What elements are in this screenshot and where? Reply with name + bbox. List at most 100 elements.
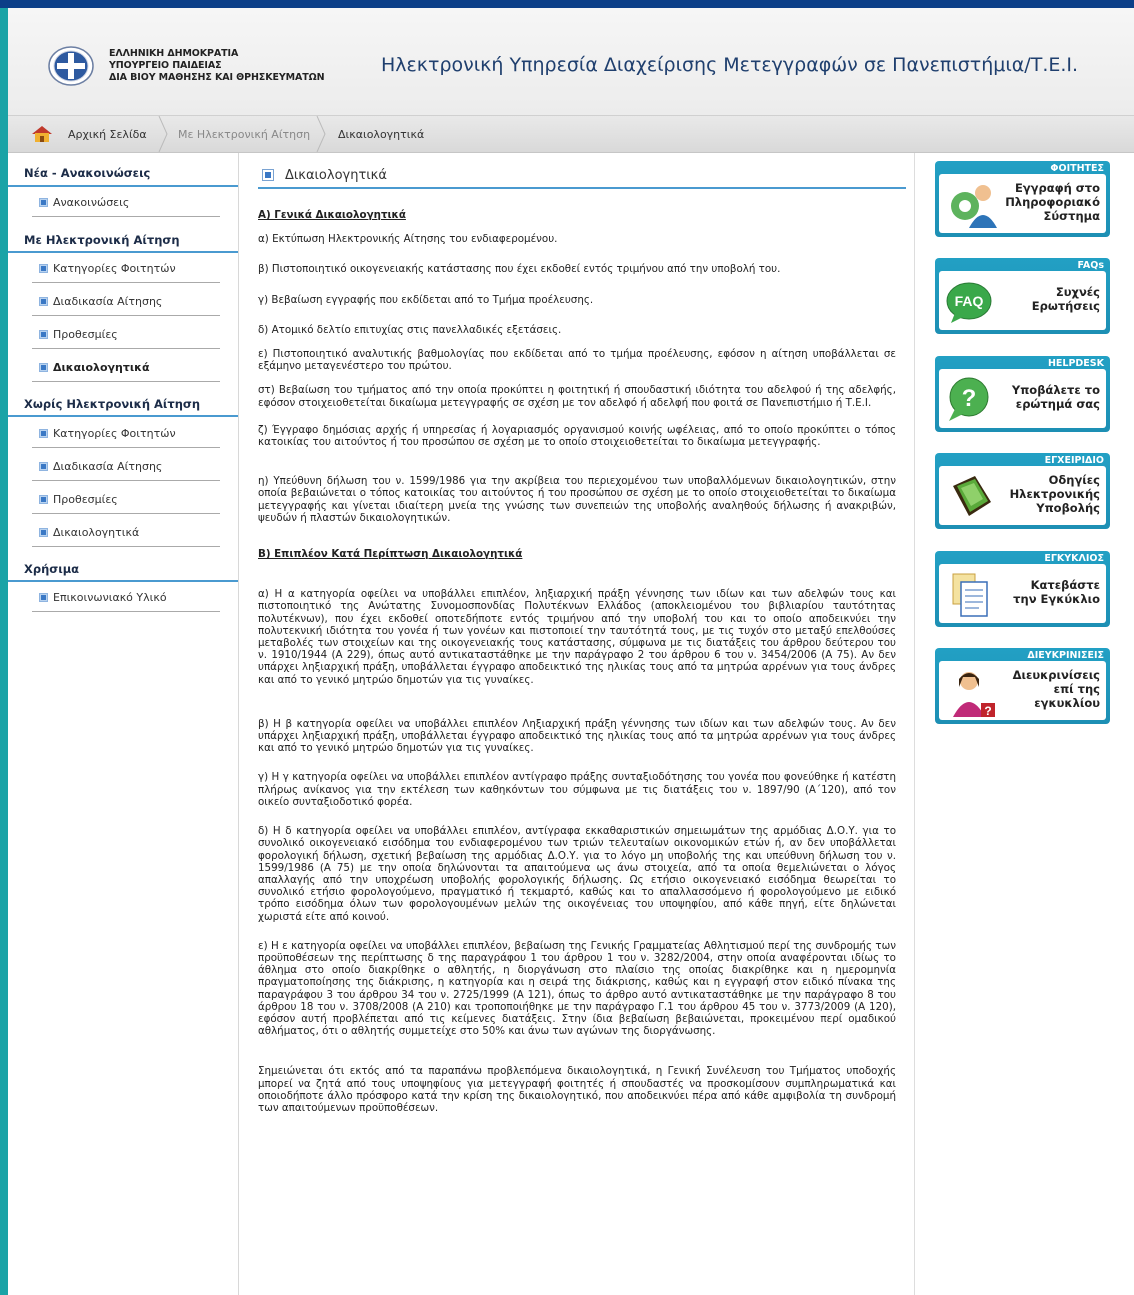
sidebar-item-label: Διαδικασία Αίτησης (53, 295, 163, 308)
bullet-icon (39, 528, 48, 537)
sidebar-item-label: Δικαιολογητικά (53, 361, 150, 374)
panel-text: Διευκρινίσεις επί της εγκυκλίου (1013, 668, 1100, 710)
breadcrumb-current: Δικαιολογητικά (338, 128, 425, 141)
sidebar-item-student-categories-2[interactable]: Κατηγορίες Φοιτητών (39, 427, 176, 440)
sidebar-item-deadlines-2[interactable]: Προθεσμίες (39, 493, 118, 506)
bullet-icon (39, 198, 48, 207)
site-header: ΕΛΛΗΝΙΚΗ ΔΗΜΟΚΡΑΤΙΑ ΥΠΟΥΡΓΕΙΟ ΠΑΙΔΕΙΑΣ Δ… (8, 8, 1134, 116)
bullet-icon (262, 169, 274, 181)
sidebar-item-label: Κατηγορίες Φοιτητών (53, 427, 176, 440)
sidebar-item-label: Ανακοινώσεις (53, 196, 130, 209)
user-question-icon: ? (953, 672, 995, 718)
book-icon (953, 476, 991, 516)
sidebar-heading-electronic: Με Ηλεκτρονική Αίτηση (24, 233, 180, 247)
divider (32, 513, 220, 514)
sidebar-item-label: Κατηγορίες Φοιτητών (53, 262, 176, 275)
bullet-icon (39, 297, 48, 306)
panel-faqs[interactable]: FAQs FAQ Συχνές Ερωτήσεις (935, 258, 1110, 334)
paragraph: α) Εκτύπωση Ηλεκτρονικής Αίτησης του ενδ… (258, 233, 558, 246)
site-title: Ηλεκτρονική Υπηρεσία Διαχείρισης Μετεγγρ… (381, 54, 1079, 76)
panel-text-line: Υποβάλετε το (1011, 383, 1100, 397)
svg-text:?: ? (984, 704, 991, 718)
main-content: Α) Γενικά Δικαιολογητικά α) Εκτύπωση Ηλε… (258, 198, 896, 1114)
top-bar (0, 0, 1134, 8)
panel-text-line: Εγγραφή στο (1014, 181, 1100, 195)
right-column-divider (914, 153, 915, 1295)
panel-text-line: Οδηγίες (1048, 473, 1100, 487)
panel-students[interactable]: ΦΟΙΤΗΤΕΣ Εγγραφή στο Πληροφοριακό Σύστημ… (935, 161, 1110, 237)
panel-body: Κατεβάστε την Εγκύκλιο (939, 564, 1106, 623)
document-icon (952, 573, 988, 617)
panel-text-line: Ερωτήσεις (1031, 299, 1100, 313)
paragraph: στ) Βεβαίωση του τμήματος από την οποία … (258, 384, 896, 409)
bullet-icon (39, 462, 48, 471)
panel-header: HELPDESK (1047, 358, 1104, 369)
breadcrumb-section-link[interactable]: Με Ηλεκτρονική Αίτηση (178, 128, 310, 141)
faq-icon: FAQ (946, 282, 992, 323)
paragraph: α) Η α κατηγορία οφείλει να υποβάλλει επ… (258, 588, 896, 686)
closing-paragraph: Σημειώνεται ότι εκτός από τα παραπάνω πρ… (258, 1065, 896, 1114)
sidebar-heading-underline (8, 251, 238, 253)
bullet-icon (39, 593, 48, 602)
sidebar-heading-news: Νέα - Ανακοινώσεις (24, 166, 151, 180)
home-icon[interactable] (30, 125, 54, 143)
panel-text-line: ερώτημά σας (1015, 397, 1100, 411)
ministry-line-3: ΔΙΑ ΒΙΟΥ ΜΑΘΗΣΗΣ ΚΑΙ ΘΡΗΣΚΕΥΜΑΤΩΝ (109, 72, 325, 83)
sidebar-item-communication-material[interactable]: Επικοινωνιακό Υλικό (39, 591, 167, 604)
panel-header: ΕΓΚΥΚΛΙΟΣ (1044, 553, 1104, 564)
panel-text-line: επί της (1053, 682, 1100, 696)
sidebar-item-documents-2[interactable]: Δικαιολογητικά (39, 526, 139, 539)
panel-text: Κατεβάστε την Εγκύκλιο (1013, 578, 1100, 606)
panel-body: ? Υποβάλετε το ερώτημά σας (939, 369, 1106, 428)
page: ΕΛΛΗΝΙΚΗ ΔΗΜΟΚΡΑΤΙΑ ΥΠΟΥΡΓΕΙΟ ΠΑΙΔΕΙΑΣ Δ… (8, 8, 1134, 1295)
divider (32, 546, 220, 547)
panel-body: Οδηγίες Ηλεκτρονικής Υποβολής (939, 466, 1106, 525)
panel-text: Συχνές Ερωτήσεις (1032, 285, 1100, 313)
paragraph: γ) Η γ κατηγορία οφείλει να υποβάλλει επ… (258, 771, 896, 808)
breadcrumb-home-link[interactable]: Αρχική Σελίδα (68, 128, 147, 141)
help-icon: ? (949, 377, 989, 421)
sidebar-item-label: Προθεσμίες (53, 493, 118, 506)
divider (32, 282, 220, 283)
panel-helpdesk[interactable]: HELPDESK ? Υποβάλετε το ερώτημά σας (935, 356, 1110, 432)
panel-text-line: Υποβολής (1036, 501, 1100, 515)
sidebar: Νέα - Ανακοινώσεις Ανακοινώσεις Με Ηλεκτ… (8, 153, 239, 1295)
panel-clarifications[interactable]: ΔΙΕΥΚΡΙΝΙΣΕΙΣ ? Διευκρινίσεις επί της εγ… (935, 648, 1110, 724)
bullet-icon (39, 330, 48, 339)
ministry-name: ΕΛΛΗΝΙΚΗ ΔΗΜΟΚΡΑΤΙΑ ΥΠΟΥΡΓΕΙΟ ΠΑΙΔΕΙΑΣ Δ… (109, 48, 325, 84)
panel-body: FAQ Συχνές Ερωτήσεις (939, 271, 1106, 330)
greek-emblem-icon (48, 46, 94, 86)
panel-text-line: Διευκρινίσεις (1012, 668, 1100, 682)
sidebar-item-application-process-2[interactable]: Διαδικασία Αίτησης (39, 460, 162, 473)
bullet-icon (39, 429, 48, 438)
page-title: Δικαιολογητικά (285, 168, 387, 183)
svg-text:?: ? (962, 385, 977, 412)
bullet-icon (39, 363, 48, 372)
panel-circular[interactable]: ΕΓΚΥΚΛΙΟΣ Κατεβάστε την Εγκύκλιο (935, 551, 1110, 627)
sidebar-heading-underline (8, 415, 238, 417)
divider (32, 315, 220, 316)
panel-text: Εγγραφή στο Πληροφοριακό Σύστημα (1005, 181, 1100, 223)
panel-text-line: Πληροφοριακό (1005, 195, 1100, 209)
panel-header: FAQs (1077, 260, 1104, 271)
panel-text-line: Ηλεκτρονικής (1009, 487, 1100, 501)
divider (32, 381, 220, 382)
students-icon (951, 185, 997, 228)
panel-text-line: Συχνές (1055, 285, 1100, 299)
sidebar-item-announcements[interactable]: Ανακοινώσεις (39, 196, 129, 209)
sidebar-item-label: Δικαιολογητικά (53, 526, 140, 539)
panel-header: ΦΟΙΤΗΤΕΣ (1050, 163, 1104, 174)
paragraph: η) Υπεύθυνη δήλωση του ν. 1599/1986 για … (258, 475, 896, 524)
sidebar-item-application-process[interactable]: Διαδικασία Αίτησης (39, 295, 162, 308)
divider (32, 216, 220, 217)
sidebar-item-student-categories[interactable]: Κατηγορίες Φοιτητών (39, 262, 176, 275)
divider (32, 480, 220, 481)
sidebar-item-deadlines[interactable]: Προθεσμίες (39, 328, 118, 341)
ministry-line-2: ΥΠΟΥΡΓΕΙΟ ΠΑΙΔΕΙΑΣ (109, 60, 222, 71)
panel-manual[interactable]: ΕΓΧΕΙΡΙΔΙΟ Οδηγίες Ηλεκτρονικής Υποβολής (935, 453, 1110, 529)
sidebar-item-documents[interactable]: Δικαιολογητικά (39, 361, 150, 374)
sidebar-heading-underline (8, 185, 238, 187)
paragraph: β) Πιστοποιητικό οικογενειακής κατάσταση… (258, 263, 781, 276)
sidebar-item-label: Επικοινωνιακό Υλικό (53, 591, 167, 604)
sidebar-item-label: Προθεσμίες (53, 328, 118, 341)
